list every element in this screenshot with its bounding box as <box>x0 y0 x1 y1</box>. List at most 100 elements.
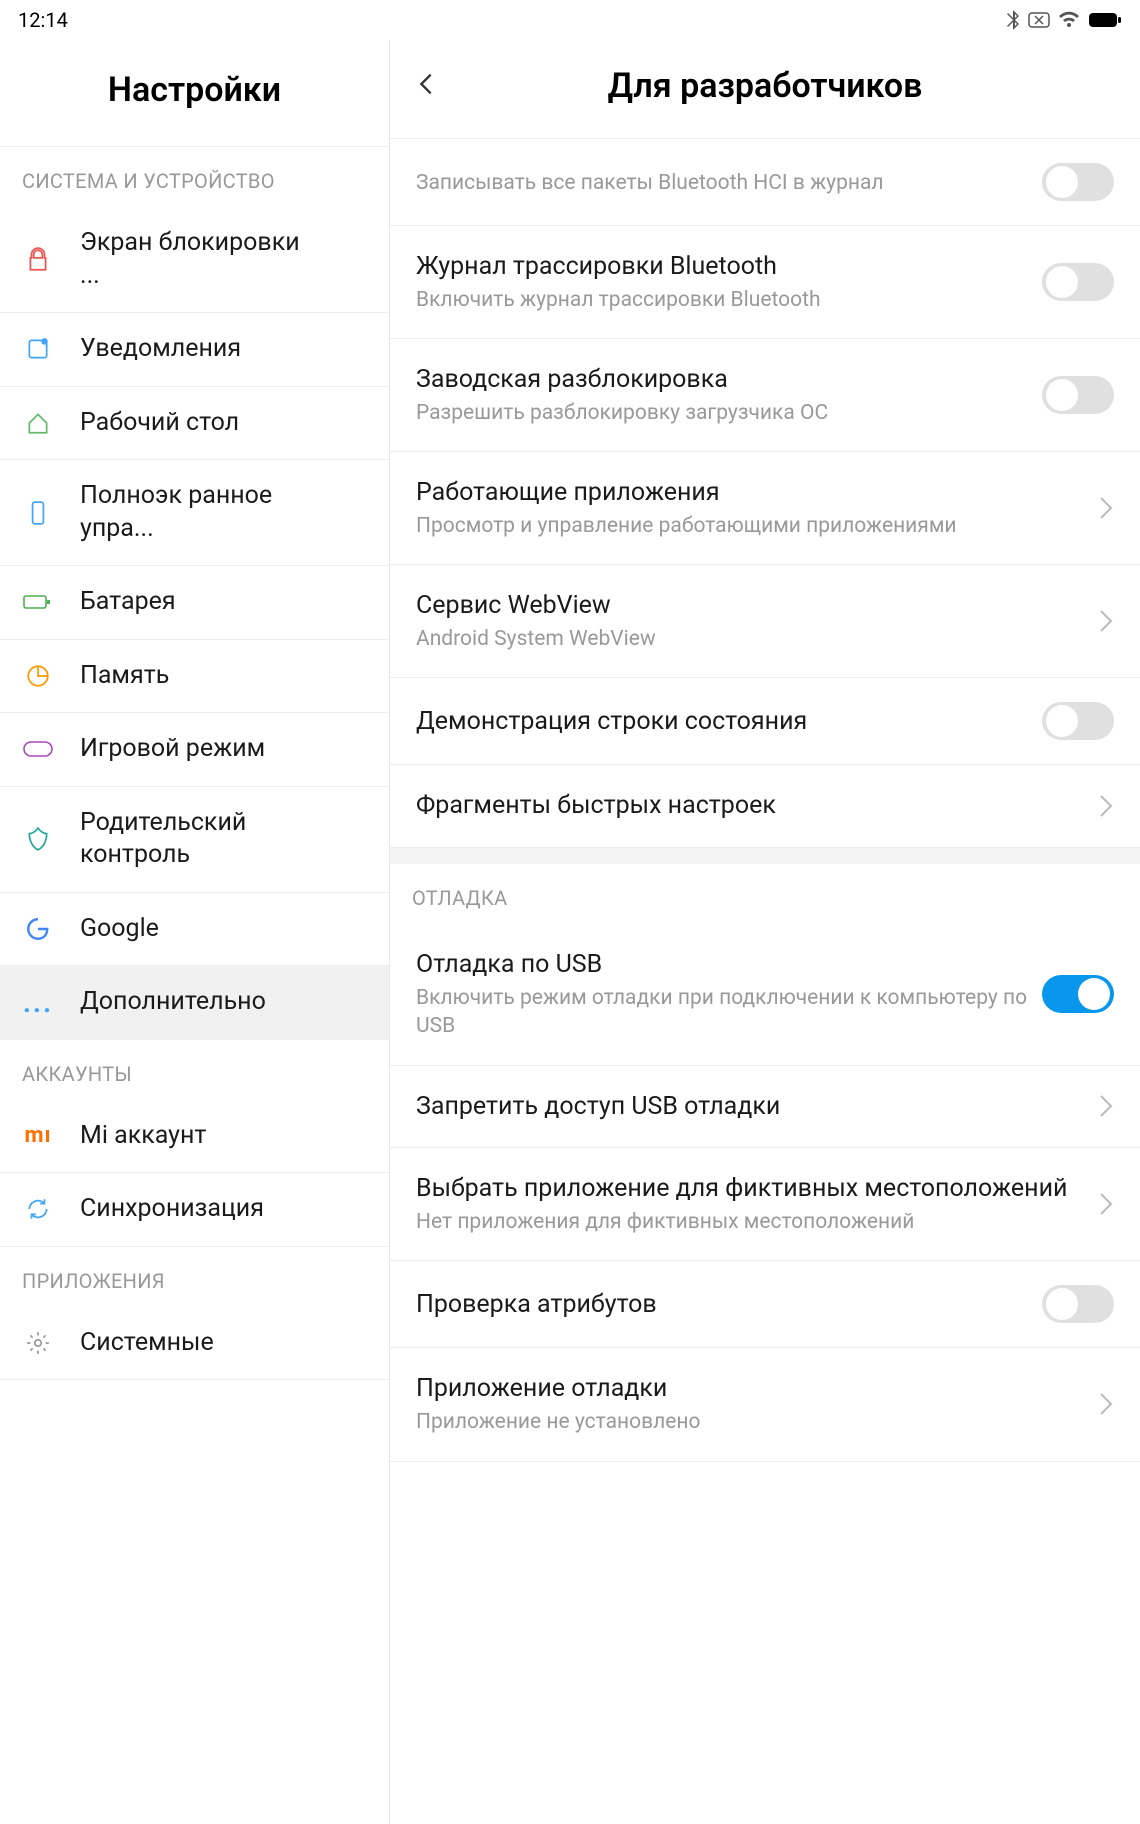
setting-title: Отладка по USB <box>416 948 1042 982</box>
sidebar-item-label: Полноэк ранное упра... <box>80 480 320 545</box>
setting-subtitle: Просмотр и управление работающими прилож… <box>416 512 1086 540</box>
close-box-icon <box>1028 12 1050 28</box>
sync-icon <box>22 1193 54 1225</box>
google-icon <box>22 913 54 945</box>
setting-subtitle: Включить журнал трассировки Bluetooth <box>416 286 1042 314</box>
toggle-switch[interactable] <box>1042 975 1114 1013</box>
status-bar: 12:14 <box>0 0 1140 40</box>
sidebar-item-label: Рабочий стол <box>80 407 239 440</box>
setting-text: Сервис WebViewAndroid System WebView <box>416 589 1086 653</box>
back-button[interactable] <box>412 70 444 102</box>
chevron-right-icon <box>1098 608 1114 634</box>
setting-item: Отладка по USBВключить режим отладки при… <box>390 924 1140 1065</box>
setting-title: Демонстрация строки состояния <box>416 705 1042 739</box>
main-header: Для разработчиков <box>390 40 1140 139</box>
setting-title: Фрагменты быстрых настроек <box>416 789 1086 823</box>
setting-text: Заводская разблокировкаРазрешить разблок… <box>416 363 1042 427</box>
setting-text: Фрагменты быстрых настроек <box>416 789 1086 823</box>
wifi-icon <box>1058 11 1080 29</box>
sidebar-item[interactable]: mıMi аккаунт <box>0 1100 389 1174</box>
toggle-switch[interactable] <box>1042 1285 1114 1323</box>
setting-title: Журнал трассировки Bluetooth <box>416 250 1042 284</box>
sidebar: Настройки СИСТЕМА И УСТРОЙСТВОЭкран блок… <box>0 40 390 1824</box>
setting-text: Отладка по USBВключить режим отладки при… <box>416 948 1042 1040</box>
game-icon <box>22 733 54 765</box>
toggle-switch[interactable] <box>1042 163 1114 201</box>
parental-icon <box>22 823 54 855</box>
sidebar-item[interactable]: Родительский контроль <box>0 787 389 893</box>
lock-icon <box>22 244 54 276</box>
sidebar-item[interactable]: Синхронизация <box>0 1173 389 1247</box>
sidebar-item-label: Память <box>80 660 169 693</box>
setting-item: Заводская разблокировкаРазрешить разблок… <box>390 339 1140 452</box>
bluetooth-icon <box>1006 10 1020 30</box>
toggle-switch[interactable] <box>1042 376 1114 414</box>
toggle-switch[interactable] <box>1042 263 1114 301</box>
setting-item[interactable]: Сервис WebViewAndroid System WebView <box>390 565 1140 678</box>
setting-item[interactable]: Выбрать приложение для фиктивных местопо… <box>390 1148 1140 1261</box>
setting-item[interactable]: Запретить доступ USB отладки <box>390 1066 1140 1149</box>
main-title: Для разработчиков <box>608 66 923 106</box>
mi-icon: mı <box>22 1120 54 1152</box>
sidebar-item-label: Google <box>80 913 159 946</box>
sidebar-title: Настройки <box>0 40 389 147</box>
setting-title: Выбрать приложение для фиктивных местопо… <box>416 1172 1086 1206</box>
sidebar-item[interactable]: Google <box>0 893 389 967</box>
chevron-right-icon <box>1098 1391 1114 1417</box>
setting-item: Демонстрация строки состояния <box>390 678 1140 765</box>
setting-title: Записывать все пакеты Bluetooth HCI в жу… <box>416 169 1042 197</box>
status-icons <box>1006 10 1122 30</box>
system-icon <box>22 1327 54 1359</box>
sidebar-item[interactable]: Полноэк ранное упра... <box>0 460 389 566</box>
setting-subtitle: Приложение не установлено <box>416 1408 1086 1436</box>
settings-section-header: ОТЛАДКА <box>390 864 1140 924</box>
setting-title: Заводская разблокировка <box>416 363 1042 397</box>
setting-title: Проверка атрибутов <box>416 1288 1042 1322</box>
setting-item[interactable]: Приложение отладкиПриложение не установл… <box>390 1348 1140 1461</box>
sidebar-item[interactable]: Игровой режим <box>0 713 389 787</box>
toggle-switch[interactable] <box>1042 702 1114 740</box>
setting-item: Проверка атрибутов <box>390 1261 1140 1348</box>
sidebar-item[interactable]: ...Дополнительно <box>0 966 389 1040</box>
setting-item: Записывать все пакеты Bluetooth HCI в жу… <box>390 139 1140 226</box>
setting-text: Работающие приложенияПросмотр и управлен… <box>416 476 1086 540</box>
sidebar-item[interactable]: Рабочий стол <box>0 387 389 461</box>
setting-text: Выбрать приложение для фиктивных местопо… <box>416 1172 1086 1236</box>
setting-subtitle: Android System WebView <box>416 625 1086 653</box>
setting-text: Демонстрация строки состояния <box>416 705 1042 739</box>
main-pane: Для разработчиков Записывать все пакеты … <box>390 40 1140 1824</box>
sidebar-item[interactable]: Уведомления <box>0 313 389 387</box>
sidebar-item-label: Игровой режим <box>80 733 265 766</box>
sidebar-item[interactable]: Память <box>0 640 389 714</box>
sidebar-item[interactable]: Системные <box>0 1307 389 1381</box>
sidebar-item-label: Синхронизация <box>80 1193 264 1226</box>
setting-subtitle: Разрешить разблокировку загрузчика ОС <box>416 399 1042 427</box>
sidebar-section-header: АККАУНТЫ <box>0 1040 389 1100</box>
chevron-right-icon <box>1098 793 1114 819</box>
phone-icon <box>22 497 54 529</box>
sidebar-item-label: Родительский контроль <box>80 807 320 872</box>
chevron-right-icon <box>1098 1191 1114 1217</box>
sidebar-item-label: Системные <box>80 1327 214 1360</box>
sidebar-item[interactable]: Батарея <box>0 566 389 640</box>
clock: 12:14 <box>18 8 68 32</box>
sidebar-item-label: Дополнительно <box>80 986 266 1019</box>
sidebar-item-label: Батарея <box>80 586 176 619</box>
home-icon <box>22 407 54 439</box>
setting-title: Запретить доступ USB отладки <box>416 1090 1086 1124</box>
setting-text: Проверка атрибутов <box>416 1288 1042 1322</box>
setting-item: Журнал трассировки BluetoothВключить жур… <box>390 226 1140 339</box>
chevron-right-icon <box>1098 1093 1114 1119</box>
setting-item[interactable]: Фрагменты быстрых настроек <box>390 765 1140 848</box>
setting-text: Журнал трассировки BluetoothВключить жур… <box>416 250 1042 314</box>
sidebar-item[interactable]: Экран блокировки ... <box>0 207 389 313</box>
storage-icon <box>22 660 54 692</box>
sidebar-section-header: СИСТЕМА И УСТРОЙСТВО <box>0 147 389 207</box>
battery-icon <box>22 586 54 618</box>
battery-icon <box>1088 12 1122 28</box>
sidebar-section-header: ПРИЛОЖЕНИЯ <box>0 1247 389 1307</box>
setting-text: Записывать все пакеты Bluetooth HCI в жу… <box>416 167 1042 197</box>
setting-item[interactable]: Работающие приложенияПросмотр и управлен… <box>390 452 1140 565</box>
setting-subtitle: Нет приложения для фиктивных местоположе… <box>416 1208 1086 1236</box>
settings-list: Записывать все пакеты Bluetooth HCI в жу… <box>390 139 1140 1462</box>
